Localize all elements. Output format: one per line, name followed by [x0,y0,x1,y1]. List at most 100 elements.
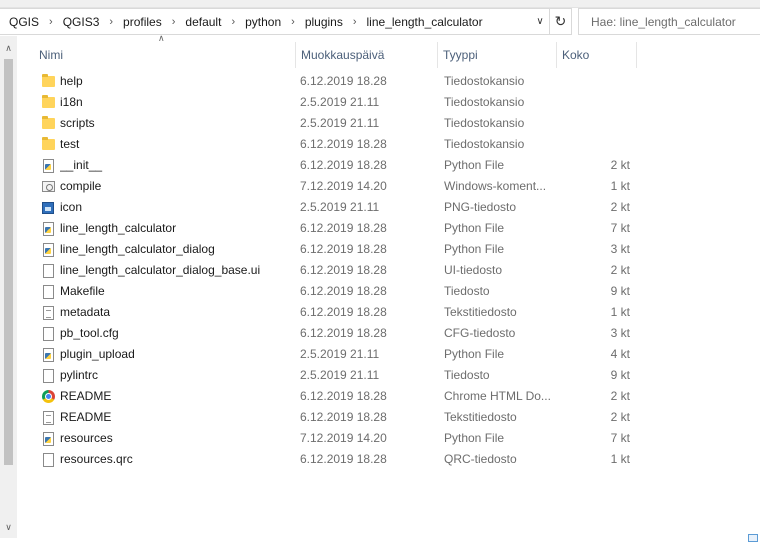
text-file-icon [40,409,56,426]
file-size: 2 kt [610,389,630,403]
file-type: UI-tiedosto [444,263,503,277]
address-history-chevron-down-icon[interactable]: ∨ [531,16,549,27]
file-row[interactable]: line_length_calculator_dialog_base.ui 6.1… [17,260,760,281]
file-size: 2 kt [610,410,630,424]
python-file-icon-glyph [42,242,54,257]
search-input[interactable]: Hae: line_length_calculator [578,8,760,35]
file-name: test [60,137,80,151]
file-name: Makefile [60,284,105,298]
python-file-icon-glyph [42,158,54,173]
breadcrumb-item-qgis3[interactable]: QGIS3 [60,15,103,29]
folder-icon-glyph [41,74,55,87]
text-file-icon-glyph [42,305,54,320]
file-row[interactable]: scripts 2.5.2019 21.11 Tiedostokansio [17,113,760,134]
breadcrumb-item-profiles[interactable]: profiles [120,15,165,29]
file-type: PNG-tiedosto [444,200,517,214]
scroll-down-arrow-icon[interactable]: ∨ [0,519,17,536]
scrollbar-thumb[interactable] [4,59,13,465]
file-name: resources [60,431,113,445]
file-type: Tiedosto [444,368,490,382]
file-name: README [60,410,112,424]
file-row[interactable]: test 6.12.2019 18.28 Tiedostokansio [17,134,760,155]
file-row[interactable]: resources.qrc 6.12.2019 18.28 QRC-tiedosto… [17,449,760,470]
text-file-icon-glyph [42,410,54,425]
file-name: line_length_calculator [60,221,177,235]
breadcrumb-item-default[interactable]: default [182,15,224,29]
file-type: Python File [444,347,505,361]
file-row[interactable]: README 6.12.2019 18.28 Chrome HTML Do... 2 … [17,386,760,407]
file-size [557,71,630,92]
python-file-icon [40,430,56,447]
file-row[interactable]: __init__ 6.12.2019 18.28 Python File 2 kt [17,155,760,176]
file-type: Python File [444,242,505,256]
file-modified-date: 6.12.2019 18.28 [300,74,387,88]
scroll-up-arrow-icon[interactable]: ∧ [0,40,17,57]
chevron-right-icon[interactable]: › [42,16,60,28]
file-row[interactable]: i18n 2.5.2019 21.11 Tiedostokansio [17,92,760,113]
refresh-icon[interactable]: ↻ [549,9,571,34]
file-size [557,92,630,113]
file-size: 1 kt [610,179,630,193]
file-row[interactable]: line_length_calculator_dialog 6.12.2019 1… [17,239,760,260]
file-row[interactable]: pb_tool.cfg 6.12.2019 18.28 CFG-tiedosto 3 … [17,323,760,344]
file-row[interactable]: plugin_upload 2.5.2019 21.11 Python File 4 … [17,344,760,365]
file-modified-date: 6.12.2019 18.28 [300,284,387,298]
file-name: icon [60,200,83,214]
column-header-row: ∧ Nimi Muokkauspäivä Tyyppi Koko [17,33,760,68]
file-name: plugin_upload [60,347,135,361]
file-modified-date: 6.12.2019 18.28 [300,305,387,319]
text-file-icon [40,304,56,321]
chrome-html-icon-glyph [41,390,55,403]
blank-file-icon-glyph [42,263,54,278]
file-type: Tiedostokansio [444,116,525,130]
vertical-scrollbar[interactable]: ∧ ∨ [0,36,17,538]
file-size: 3 kt [610,242,630,256]
file-row[interactable]: metadata 6.12.2019 18.28 Tekstitiedosto 1 k… [17,302,760,323]
column-header-size[interactable]: Koko [557,42,637,68]
breadcrumb-item-plugins[interactable]: plugins [302,15,346,29]
file-modified-date: 6.12.2019 18.28 [300,242,387,256]
file-modified-date: 6.12.2019 18.28 [300,389,387,403]
file-type: QRC-tiedosto [444,452,517,466]
column-header-date[interactable]: Muokkauspäivä [296,42,438,68]
file-type: Chrome HTML Do... [444,389,551,403]
blank-file-icon-glyph [42,368,54,383]
file-row[interactable]: help 6.12.2019 18.28 Tiedostokansio [17,71,760,92]
blank-file-icon [40,283,56,300]
file-row[interactable]: icon 2.5.2019 21.11 PNG-tiedosto 2 kt [17,197,760,218]
file-row[interactable]: pylintrc 2.5.2019 21.11 Tiedosto 9 kt [17,365,760,386]
chevron-right-icon[interactable]: › [346,16,364,28]
file-row[interactable]: README 6.12.2019 18.28 Tekstitiedosto 2 kt [17,407,760,428]
file-row[interactable]: Makefile 6.12.2019 18.28 Tiedosto 9 kt [17,281,760,302]
column-header-name[interactable]: Nimi [34,42,296,68]
blank-file-icon [40,451,56,468]
folder-icon-glyph [41,116,55,129]
python-file-icon-glyph [42,221,54,236]
file-size: 2 kt [610,158,630,172]
breadcrumb-item-qgis[interactable]: QGIS [6,15,42,29]
address-bar[interactable]: QGIS › QGIS3 › profiles › default › pyth… [0,8,572,35]
file-size: 1 kt [610,305,630,319]
python-file-icon-glyph [42,431,54,446]
file-modified-date: 6.12.2019 18.28 [300,221,387,235]
file-row[interactable]: compile 7.12.2019 14.20 Windows-koment... 1… [17,176,760,197]
file-row[interactable]: resources 7.12.2019 14.20 Python File 7 kt [17,428,760,449]
chevron-right-icon[interactable]: › [102,16,120,28]
folder-icon [40,94,56,111]
file-size: 2 kt [610,200,630,214]
file-name: line_length_calculator_dialog [60,242,215,256]
file-modified-date: 2.5.2019 21.11 [300,95,380,109]
chevron-right-icon[interactable]: › [224,16,242,28]
breadcrumb-item-line-length-calculator[interactable]: line_length_calculator [364,15,486,29]
image-file-icon-glyph [42,201,54,214]
command-script-icon [40,178,56,195]
file-modified-date: 2.5.2019 21.11 [300,347,380,361]
chevron-right-icon[interactable]: › [284,16,302,28]
blank-file-icon [40,325,56,342]
breadcrumb-item-python[interactable]: python [242,15,284,29]
chevron-right-icon[interactable]: › [165,16,183,28]
file-name: resources.qrc [60,452,133,466]
file-name: pylintrc [60,368,99,382]
file-row[interactable]: line_length_calculator 6.12.2019 18.28 Pyt… [17,218,760,239]
column-header-type[interactable]: Tyyppi [438,42,557,68]
